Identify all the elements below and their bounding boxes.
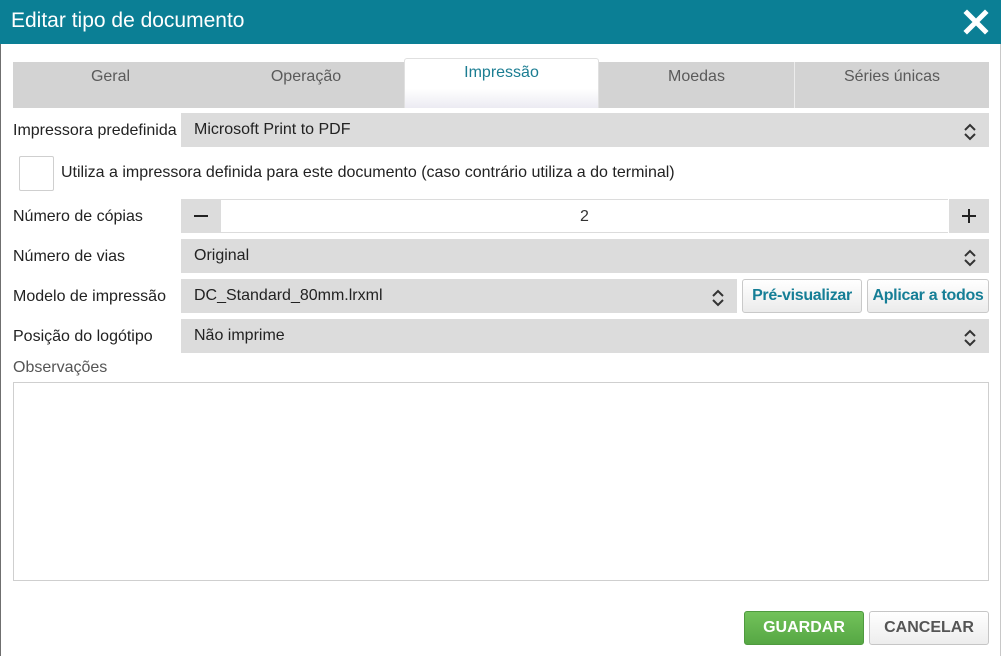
chevron-up-down-icon [963, 327, 977, 347]
ways-select[interactable]: Original [181, 239, 989, 273]
print-model-label: Modelo de impressão [13, 288, 166, 305]
increment-button[interactable] [949, 199, 989, 233]
tab-impressao[interactable]: Impressão [404, 58, 599, 108]
default-printer-value: Microsoft Print to PDF [194, 121, 351, 138]
save-button[interactable]: GUARDAR [744, 611, 864, 645]
ways-label: Número de vias [13, 248, 126, 265]
close-icon[interactable] [960, 6, 992, 38]
chevron-up-down-icon [963, 121, 977, 141]
cancel-button[interactable]: CANCELAR [869, 611, 989, 645]
apply-to-all-button[interactable]: Aplicar a todos [867, 279, 989, 313]
logo-position-value: Não imprime [194, 327, 285, 344]
use-printer-checkbox[interactable] [19, 156, 54, 191]
logo-position-label: Posição do logótipo [13, 328, 153, 345]
notes-textarea[interactable] [13, 382, 989, 581]
default-printer-label: Impressora predefinida [13, 122, 177, 139]
copies-input[interactable]: 2 [221, 199, 948, 233]
ways-value: Original [194, 247, 250, 264]
print-model-value: DC_Standard_80mm.lrxml [194, 287, 383, 304]
chevron-up-down-icon [711, 287, 725, 307]
copies-label: Número de cópias [13, 208, 143, 225]
preview-button[interactable]: Pré-visualizar [742, 279, 862, 313]
dialog-border-left [0, 44, 1, 656]
tab-geral[interactable]: Geral [13, 62, 208, 108]
tab-operacao[interactable]: Operação [208, 62, 404, 108]
decrement-button[interactable] [181, 199, 221, 233]
print-model-select[interactable]: DC_Standard_80mm.lrxml [181, 279, 737, 313]
notes-label: Observações [13, 359, 108, 376]
logo-position-select[interactable]: Não imprime [181, 319, 989, 353]
tab-moedas[interactable]: Moedas [599, 62, 794, 108]
minus-icon [194, 215, 208, 217]
dialog-titlebar: Editar tipo de documento [0, 0, 1001, 44]
default-printer-select[interactable]: Microsoft Print to PDF [181, 113, 989, 147]
dialog-title: Editar tipo de documento [11, 9, 245, 32]
tab-bar: Geral Operação Impressão Moedas Séries ú… [13, 58, 989, 108]
chevron-up-down-icon [963, 247, 977, 267]
plus-icon [962, 209, 976, 223]
tab-series-unicas[interactable]: Séries únicas [795, 62, 989, 108]
use-printer-checkbox-label: Utiliza a impressora definida para este … [61, 164, 675, 181]
